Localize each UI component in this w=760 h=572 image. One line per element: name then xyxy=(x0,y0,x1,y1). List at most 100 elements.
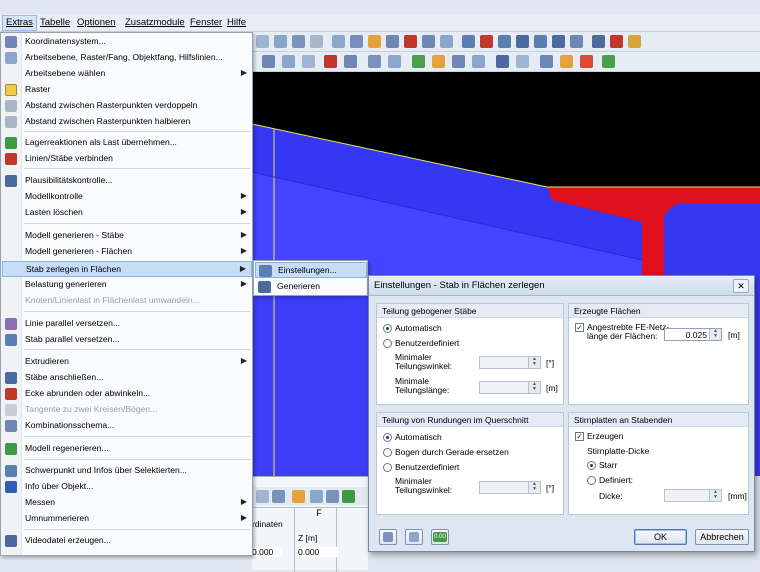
pan-icon[interactable] xyxy=(388,55,401,68)
rigid-radio[interactable] xyxy=(587,461,596,470)
menu-item-modell-staebe[interactable]: Modell generieren - Stäbe ▶ xyxy=(2,228,252,244)
measure-icon[interactable] xyxy=(516,55,529,68)
menu-item-modellkontrolle[interactable]: Modellkontrolle ▶ xyxy=(2,189,252,205)
spin-arrows-icon[interactable]: ▲ ▼ xyxy=(709,329,721,340)
menu-item-linie-versetzen[interactable]: Linie parallel versetzen... xyxy=(2,316,252,332)
cancel-button[interactable]: Abbrechen xyxy=(695,529,749,545)
members-icon[interactable] xyxy=(386,35,399,48)
bent-length-input[interactable]: ▲ ▼ xyxy=(479,381,541,394)
iso-view-icon[interactable] xyxy=(412,55,425,68)
menu-fenster[interactable]: Fenster xyxy=(190,17,222,28)
menu-item-stab-versetzen[interactable]: Stab parallel versetzen... xyxy=(2,332,252,348)
rounding-user-radio[interactable] xyxy=(383,463,392,472)
supports-icon[interactable] xyxy=(404,35,417,48)
menu-item-raster-halbieren[interactable]: Abstand zwischen Rasterpunkten halbieren xyxy=(2,114,252,130)
view-icon[interactable] xyxy=(256,35,269,48)
submenu-item-einstellungen[interactable]: Einstellungen... xyxy=(255,262,367,278)
menu-hilfe[interactable]: Hilfe xyxy=(227,17,246,28)
pin-icon[interactable] xyxy=(628,35,641,48)
layers-icon[interactable] xyxy=(540,55,553,68)
side-view-icon[interactable] xyxy=(472,55,485,68)
menu-item-ecke-abrunden[interactable]: Ecke abrunden oder abwinkeln... xyxy=(2,386,252,402)
menu-item-lagerreaktionen[interactable]: Lagerreaktionen als Last übernehmen... xyxy=(2,135,252,151)
menu-optionen[interactable]: Optionen xyxy=(77,17,116,28)
table-tool-icon[interactable] xyxy=(256,490,269,503)
copy-icon[interactable] xyxy=(344,55,357,68)
spin-arrows-icon[interactable]: ▲ ▼ xyxy=(709,490,721,501)
spin-arrows-icon[interactable]: ▲ ▼ xyxy=(528,482,540,493)
check-icon[interactable] xyxy=(552,35,565,48)
solids-icon[interactable] xyxy=(440,35,453,48)
table-view-icon[interactable] xyxy=(274,35,287,48)
menu-item-lasten-loeschen[interactable]: Lasten löschen ▶ xyxy=(2,205,252,221)
menu-item-staebe-anschliessen[interactable]: Stäbe anschließen... xyxy=(2,370,252,386)
menu-item-modell-flaechen[interactable]: Modell generieren - Flächen ▶ xyxy=(2,244,252,260)
table-edit-icon[interactable] xyxy=(292,490,305,503)
sections-icon[interactable] xyxy=(498,35,511,48)
select-icon[interactable] xyxy=(262,55,275,68)
mirror-icon[interactable] xyxy=(324,55,337,68)
menu-tabelle[interactable]: Tabelle xyxy=(40,17,70,28)
defaults-button[interactable] xyxy=(405,529,423,545)
zoom-icon[interactable] xyxy=(368,55,381,68)
rounding-auto-radio[interactable] xyxy=(383,433,392,442)
menu-item-raster[interactable]: Raster xyxy=(2,82,252,98)
visibility-icon[interactable] xyxy=(560,55,573,68)
results-icon[interactable] xyxy=(516,35,529,48)
menu-item-belastung[interactable]: Belastung generieren ▶ xyxy=(2,277,252,293)
lines-icon[interactable] xyxy=(368,35,381,48)
surfaces-icon[interactable] xyxy=(422,35,435,48)
menu-item-extrudieren[interactable]: Extrudieren ▶ xyxy=(2,354,252,370)
display-icon[interactable] xyxy=(602,55,615,68)
menu-item-videodatei[interactable]: Videodatei erzeugen... xyxy=(2,533,252,549)
print-icon[interactable] xyxy=(310,35,323,48)
move-icon[interactable] xyxy=(282,55,295,68)
submenu-item-generieren[interactable]: Generieren xyxy=(255,279,367,295)
load-icon[interactable] xyxy=(480,35,493,48)
menu-item-umnummerieren[interactable]: Umnummerieren ▶ xyxy=(2,511,252,527)
dimension-icon[interactable] xyxy=(496,55,509,68)
excel-icon[interactable] xyxy=(342,490,355,503)
color-icon[interactable] xyxy=(580,55,593,68)
menu-item-stab-zerlegen[interactable]: Stab zerlegen in Flächen ▶ xyxy=(2,261,252,277)
spin-arrows-icon[interactable]: ▲ ▼ xyxy=(528,357,540,368)
menu-item-regenerieren[interactable]: Modell regenerieren... xyxy=(2,441,252,457)
ok-button[interactable]: OK xyxy=(634,529,687,545)
menu-item-info[interactable]: Info über Objekt... xyxy=(2,479,252,495)
filter-icon[interactable] xyxy=(570,35,583,48)
units-button[interactable]: 0.00 xyxy=(431,529,449,545)
menu-item-plausibilitaet[interactable]: Plausibilitätskontrolle... xyxy=(2,173,252,189)
fe-mesh-checkbox[interactable]: ✓ xyxy=(575,323,584,332)
rounding-straight-radio[interactable] xyxy=(383,448,392,457)
defined-radio[interactable] xyxy=(587,476,596,485)
grid-view-icon[interactable] xyxy=(332,35,345,48)
table-cell[interactable]: 0.000 xyxy=(298,547,338,557)
menu-item-raster-verdoppeln[interactable]: Abstand zwischen Rasterpunkten verdoppel… xyxy=(2,98,252,114)
help-button[interactable] xyxy=(379,529,397,545)
front-view-icon[interactable] xyxy=(452,55,465,68)
menu-item-verbinden[interactable]: Linien/Stäbe verbinden xyxy=(2,151,252,167)
menu-item-arbeitsebene[interactable]: Arbeitsebene, Raster/Fang, Objektfang, H… xyxy=(2,50,252,66)
menu-extras[interactable]: Extras xyxy=(2,15,37,31)
menu-item-arbeitsebene-waehlen[interactable]: Arbeitsebene wählen ▶ xyxy=(2,66,252,82)
deform-icon[interactable] xyxy=(534,35,547,48)
rotate-icon[interactable] xyxy=(302,55,315,68)
table-filter-icon[interactable] xyxy=(310,490,323,503)
bent-auto-radio[interactable] xyxy=(383,324,392,333)
bent-user-radio[interactable] xyxy=(383,339,392,348)
hinge-icon[interactable] xyxy=(462,35,475,48)
menu-item-schwerpunkt[interactable]: Schwerpunkt und Infos über Selektierten.… xyxy=(2,463,252,479)
table-tool-icon[interactable] xyxy=(272,490,285,503)
spin-arrows-icon[interactable]: ▲ ▼ xyxy=(528,382,540,393)
table-sort-icon[interactable] xyxy=(326,490,339,503)
menu-item-messen[interactable]: Messen ▶ xyxy=(2,495,252,511)
top-view-icon[interactable] xyxy=(432,55,445,68)
render-icon[interactable] xyxy=(292,35,305,48)
rounding-angle-input[interactable]: ▲ ▼ xyxy=(479,481,541,494)
menu-zusatzmodule[interactable]: Zusatzmodule xyxy=(125,17,185,28)
error-icon[interactable] xyxy=(610,35,623,48)
close-icon[interactable]: ✕ xyxy=(733,279,749,293)
menu-item-kombinationsschema[interactable]: Kombinationsschema... xyxy=(2,418,252,434)
fe-mesh-length-input[interactable]: 0.025 ▲ ▼ xyxy=(664,328,722,341)
bent-angle-input[interactable]: ▲ ▼ xyxy=(479,356,541,369)
